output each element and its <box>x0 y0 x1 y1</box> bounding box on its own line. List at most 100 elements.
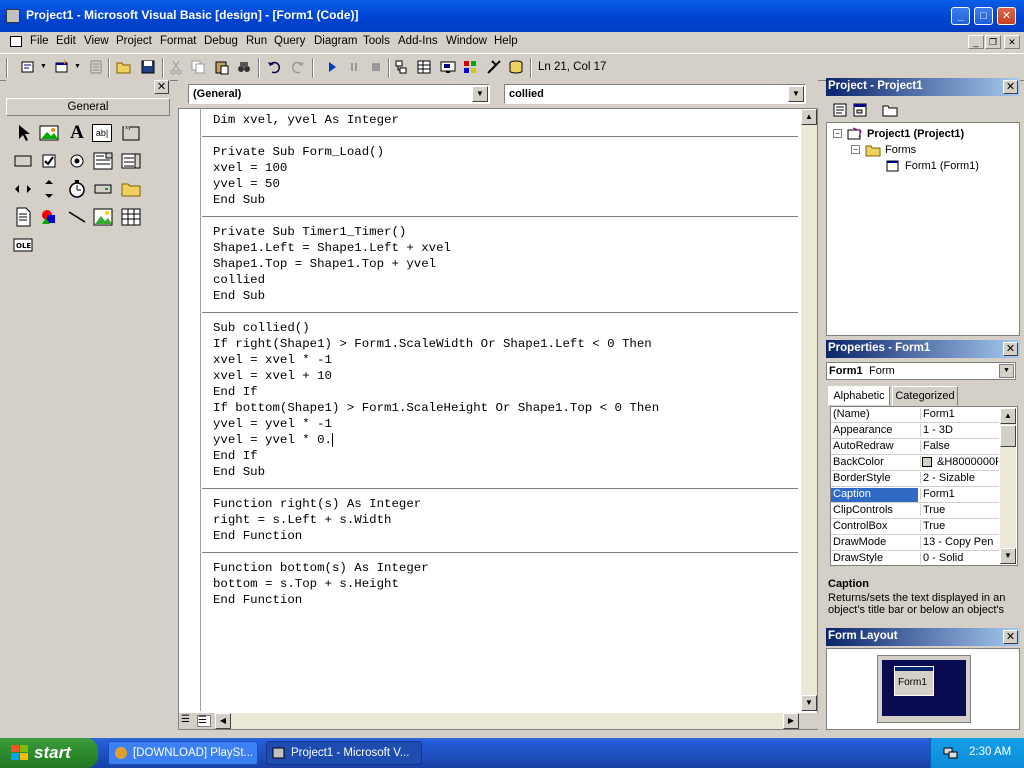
tree-collapse-icon[interactable]: − <box>851 145 860 154</box>
menu-add-ins[interactable]: Add-Ins <box>398 35 438 47</box>
code-line[interactable]: Shape1.Top = Shape1.Top + yvel <box>213 256 436 272</box>
code-line[interactable]: If right(Shape1) > Form1.ScaleWidth Or S… <box>213 336 652 352</box>
form-preview[interactable]: Form1 <box>894 666 934 696</box>
picturebox-tool-icon[interactable] <box>38 122 60 144</box>
add-project-icon[interactable] <box>20 59 36 75</box>
code-line[interactable]: End Function <box>213 528 302 544</box>
textbox-tool-icon[interactable]: ab| <box>92 124 112 142</box>
property-row[interactable]: AutoRedraw False <box>831 439 999 455</box>
start-run-icon[interactable] <box>324 59 340 75</box>
chevron-down-icon[interactable]: ▼ <box>999 364 1014 378</box>
code-line[interactable]: yvel = yvel * 0. <box>213 432 332 448</box>
code-line[interactable]: xvel = 100 <box>213 160 287 176</box>
pointer-tool-icon[interactable] <box>12 122 34 144</box>
property-value[interactable]: 0 - Solid <box>920 552 998 564</box>
scroll-up-button[interactable]: ▲ <box>801 109 817 125</box>
object-browser-icon[interactable] <box>462 59 478 75</box>
image-tool-icon[interactable] <box>92 206 114 228</box>
code-line[interactable]: xvel = xvel + 10 <box>213 368 332 384</box>
code-margin[interactable] <box>179 109 201 711</box>
property-row[interactable]: DrawStyle 0 - Solid <box>831 551 999 565</box>
menu-window[interactable]: Window <box>446 35 487 47</box>
end-icon[interactable] <box>368 59 384 75</box>
scroll-down-button[interactable]: ▼ <box>801 695 817 711</box>
tree-form1-node[interactable]: Form1 (Form1) <box>905 160 979 172</box>
menu-tools[interactable]: Tools <box>363 35 390 47</box>
object-combo[interactable]: (General) ▼ <box>188 84 490 104</box>
chevron-down-icon[interactable]: ▼ <box>472 86 488 102</box>
property-row[interactable]: BorderStyle 2 - Sizable <box>831 471 999 487</box>
property-name[interactable]: DrawStyle <box>833 552 917 564</box>
timer-tool-icon[interactable] <box>66 178 88 200</box>
properties-vertical-scrollbar[interactable]: ▲ ▼ <box>1000 408 1016 564</box>
dirlistbox-tool-icon[interactable] <box>120 178 142 200</box>
procedure-view-icon[interactable]: ☰ <box>181 715 193 727</box>
menu-format[interactable]: Format <box>160 35 196 47</box>
menu-diagram[interactable]: Diagram <box>314 35 357 47</box>
property-value[interactable]: Form1 <box>920 488 998 500</box>
tab-categorized[interactable]: Categorized <box>892 386 958 406</box>
tree-collapse-icon[interactable]: − <box>833 129 842 138</box>
code-line[interactable]: End Sub <box>213 192 265 208</box>
full-module-view-icon[interactable]: ☰ <box>197 715 211 727</box>
properties-object-combo[interactable]: Form1 Form ▼ <box>826 362 1016 380</box>
shape-tool-icon[interactable] <box>38 206 60 228</box>
tree-project-node[interactable]: Project1 (Project1) <box>867 128 964 140</box>
property-name[interactable]: ClipControls <box>833 504 917 516</box>
toolbox-icon[interactable] <box>486 59 502 75</box>
code-line[interactable]: Private Sub Timer1_Timer() <box>213 224 406 240</box>
properties-panel-close-button[interactable]: ✕ <box>1003 342 1018 356</box>
code-line[interactable]: Dim xvel, yvel As Integer <box>213 112 399 128</box>
toggle-folders-icon[interactable] <box>882 102 898 118</box>
code-line[interactable]: Function bottom(s) As Integer <box>213 560 429 576</box>
properties-window-icon[interactable] <box>416 59 432 75</box>
start-button[interactable]: start <box>0 738 98 768</box>
close-button[interactable]: ✕ <box>997 7 1016 25</box>
menu-edit[interactable]: Edit <box>56 35 76 47</box>
property-name[interactable]: (Name) <box>833 408 917 420</box>
property-value[interactable]: True <box>920 504 998 516</box>
code-line[interactable]: Sub collied() <box>213 320 310 336</box>
property-value[interactable]: Form1 <box>920 408 998 420</box>
property-name[interactable]: ControlBox <box>833 520 917 532</box>
property-name[interactable]: DrawMode <box>833 536 917 548</box>
properties-grid[interactable]: (Name) Form1 Appearance 1 - 3D AutoRedraw Fal… <box>830 406 1018 566</box>
menu-editor-icon[interactable] <box>88 59 104 75</box>
property-name[interactable]: BackColor <box>833 456 917 468</box>
data-view-icon[interactable] <box>508 59 524 75</box>
property-name[interactable]: Caption <box>831 488 918 502</box>
code-line[interactable]: Function right(s) As Integer <box>213 496 421 512</box>
scroll-thumb[interactable] <box>1000 425 1016 447</box>
menu-run[interactable]: Run <box>246 35 267 47</box>
drivelistbox-tool-icon[interactable] <box>92 178 114 200</box>
property-value[interactable]: True <box>920 520 998 532</box>
scroll-right-button[interactable]: ▶ <box>783 713 799 729</box>
taskbar-item-download[interactable]: [DOWNLOAD] PlaySt... <box>108 741 258 765</box>
hscrollbar-tool-icon[interactable] <box>12 178 34 200</box>
menu-project[interactable]: Project <box>116 35 152 47</box>
vscrollbar-tool-icon[interactable] <box>38 178 60 200</box>
property-value[interactable]: False <box>920 440 998 452</box>
property-row[interactable]: ClipControls True <box>831 503 999 519</box>
code-line[interactable]: Shape1.Left = Shape1.Left + xvel <box>213 240 451 256</box>
mdi-minimize-button[interactable]: _ <box>968 35 984 49</box>
vb-app-icon[interactable] <box>6 9 20 23</box>
code-text[interactable]: Dim xvel, yvel As Integer Private Sub For… <box>202 109 798 711</box>
property-name[interactable]: Appearance <box>833 424 917 436</box>
scroll-left-button[interactable]: ◀ <box>215 713 231 729</box>
project-panel-close-button[interactable]: ✕ <box>1003 80 1018 94</box>
undo-icon[interactable] <box>266 59 282 75</box>
code-window-icon[interactable] <box>10 36 22 47</box>
tree-forms-folder[interactable]: Forms <box>885 144 916 156</box>
code-line[interactable]: xvel = xvel * -1 <box>213 352 332 368</box>
code-editor[interactable]: Dim xvel, yvel As Integer Private Sub For… <box>178 108 819 730</box>
property-row[interactable]: DrawMode 13 - Copy Pen <box>831 535 999 551</box>
menu-view[interactable]: View <box>84 35 109 47</box>
view-object-icon[interactable] <box>852 102 868 118</box>
property-row[interactable]: Appearance 1 - 3D <box>831 423 999 439</box>
project-explorer-icon[interactable] <box>394 59 410 75</box>
ole-tool-icon[interactable]: OLE <box>12 234 34 256</box>
property-row[interactable]: BackColor &H8000000F <box>831 455 999 471</box>
chevron-down-icon[interactable]: ▼ <box>788 86 804 102</box>
horizontal-scrollbar[interactable]: ◀ ▶ <box>215 713 799 729</box>
